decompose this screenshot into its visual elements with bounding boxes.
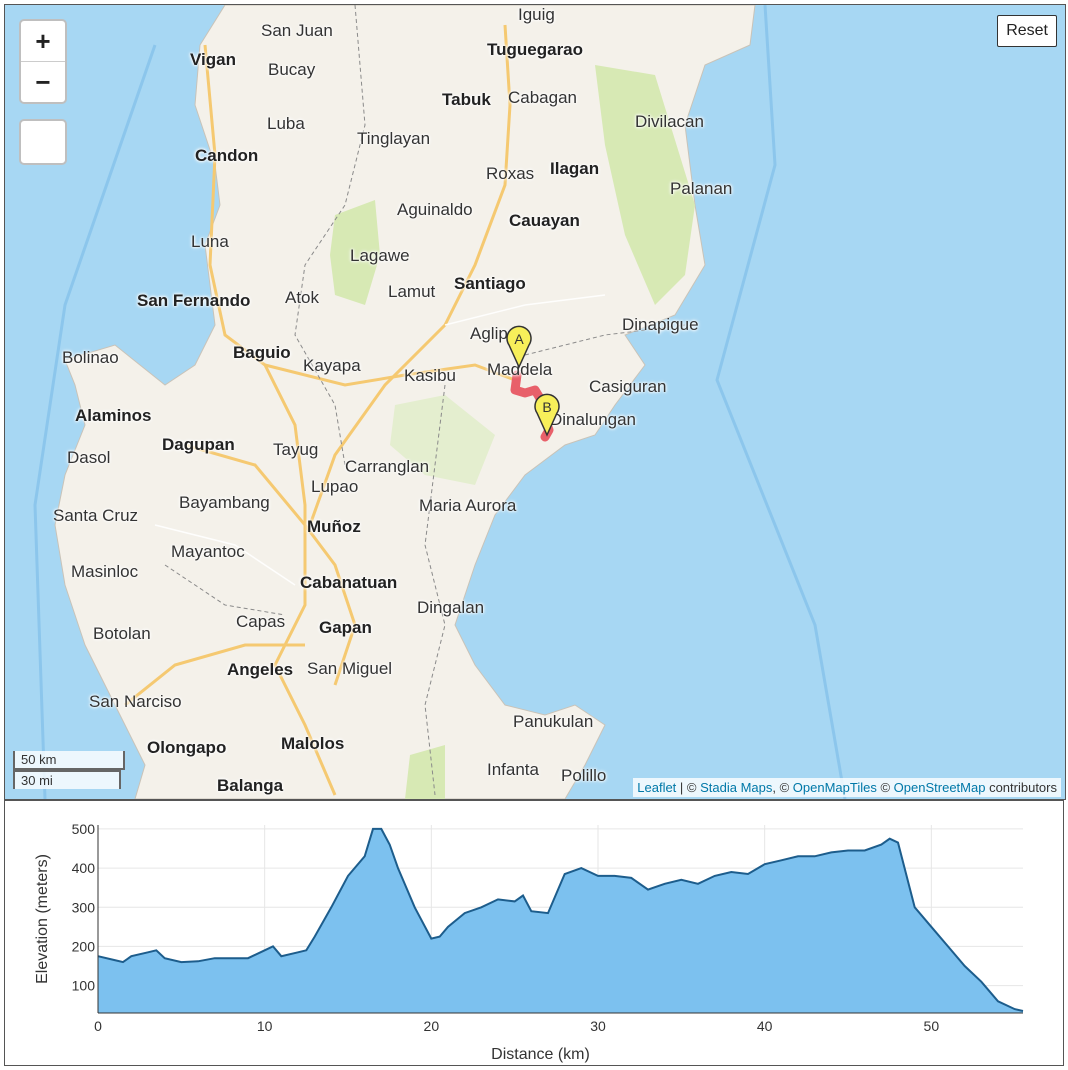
place-label: Polillo bbox=[561, 766, 607, 785]
place-label: Luba bbox=[267, 114, 305, 133]
y-tick-label: 300 bbox=[72, 899, 96, 915]
openmaptiles-link[interactable]: OpenMapTiles bbox=[793, 780, 877, 795]
zoom-control: + − bbox=[19, 19, 67, 104]
attrib-text: contributors bbox=[985, 780, 1057, 795]
x-tick-label: 10 bbox=[257, 1018, 273, 1034]
elevation-area bbox=[98, 828, 1023, 1013]
map-view[interactable]: San Juan Iguig Tuguegarao Vigan Bucay Tabuk Ca… bbox=[4, 4, 1066, 800]
place-label: Bolinao bbox=[62, 348, 119, 367]
y-tick-label: 100 bbox=[72, 978, 96, 994]
place-label: Roxas bbox=[486, 164, 535, 183]
place-label: Baguio bbox=[233, 343, 291, 362]
place-label: Maria Aurora bbox=[419, 496, 517, 515]
place-label: Infanta bbox=[487, 760, 539, 779]
place-label: Bucay bbox=[268, 60, 316, 79]
attrib-sep: | © bbox=[676, 780, 701, 795]
place-label: Dasol bbox=[67, 448, 111, 467]
place-label: Bayambang bbox=[179, 493, 270, 512]
scale-bar: 50 km 30 mi bbox=[13, 751, 125, 789]
place-label: Cauayan bbox=[509, 211, 580, 230]
place-label: Masinloc bbox=[71, 562, 139, 581]
y-tick-label: 200 bbox=[72, 938, 96, 954]
end-marker-label: B bbox=[542, 399, 551, 415]
zoom-out-button[interactable]: − bbox=[21, 61, 65, 102]
scale-metric: 50 km bbox=[13, 751, 125, 770]
place-label: Tabuk bbox=[442, 90, 491, 109]
place-label: Divilacan bbox=[635, 112, 704, 131]
place-label: San Juan bbox=[261, 21, 333, 40]
place-label: Aglip bbox=[470, 324, 508, 343]
place-label: Vigan bbox=[190, 50, 236, 69]
place-label: Botolan bbox=[93, 624, 151, 643]
map-pin-icon: B bbox=[534, 393, 560, 437]
x-tick-label: 20 bbox=[424, 1018, 440, 1034]
place-label: San Fernando bbox=[137, 291, 251, 310]
place-label: Dagupan bbox=[162, 435, 235, 454]
map-attribution: Leaflet | © Stadia Maps, © OpenMapTiles … bbox=[633, 778, 1061, 797]
place-label: Capas bbox=[236, 612, 286, 631]
place-label: Olongapo bbox=[147, 738, 227, 757]
elevation-chart-svg: 0 10 20 30 40 50 100 200 300 400 500 Distance (km) E… bbox=[34, 821, 1024, 1063]
place-label: Luna bbox=[191, 232, 229, 251]
place-label: San Narciso bbox=[89, 692, 182, 711]
place-label: Santiago bbox=[454, 274, 526, 293]
attrib-sep: © bbox=[876, 780, 894, 795]
y-tick-label: 500 bbox=[72, 821, 96, 837]
x-tick-label: 0 bbox=[94, 1018, 102, 1034]
scale-imperial: 30 mi bbox=[13, 770, 121, 789]
place-label: Santa Cruz bbox=[53, 506, 139, 525]
leaflet-link[interactable]: Leaflet bbox=[637, 780, 676, 795]
place-label: Tayug bbox=[273, 440, 319, 459]
place-label: Gapan bbox=[319, 618, 372, 637]
place-label: Kasibu bbox=[404, 366, 456, 385]
place-label: Palanan bbox=[670, 179, 733, 198]
y-axis-label: Elevation (meters) bbox=[34, 854, 51, 984]
place-label: Alaminos bbox=[75, 406, 152, 425]
place-label: Iguig bbox=[518, 5, 555, 24]
place-label: Malolos bbox=[281, 734, 345, 753]
place-label: Candon bbox=[195, 146, 259, 165]
place-label: Aguinaldo bbox=[397, 200, 473, 219]
place-label: Muñoz bbox=[307, 517, 361, 536]
place-label: Panukulan bbox=[513, 712, 594, 731]
place-label: Dingalan bbox=[417, 598, 485, 617]
place-label: Cabagan bbox=[508, 88, 578, 107]
elevation-chart: 0 10 20 30 40 50 100 200 300 400 500 Distance (km) E… bbox=[4, 800, 1064, 1066]
stadia-link[interactable]: Stadia Maps bbox=[700, 780, 772, 795]
start-marker[interactable]: A bbox=[505, 325, 533, 374]
end-marker[interactable]: B bbox=[533, 393, 561, 442]
place-label: Carranglan bbox=[345, 457, 430, 476]
x-axis-label: Distance (km) bbox=[491, 1046, 590, 1063]
x-tick-label: 50 bbox=[924, 1018, 940, 1034]
place-label: Kayapa bbox=[303, 356, 361, 375]
start-marker-label: A bbox=[514, 331, 524, 347]
place-label: Balanga bbox=[217, 776, 284, 795]
x-tick-label: 40 bbox=[757, 1018, 773, 1034]
map-control-button[interactable] bbox=[19, 119, 67, 165]
reset-button[interactable]: Reset bbox=[997, 15, 1057, 47]
attrib-sep: , © bbox=[772, 780, 793, 795]
x-tick-label: 30 bbox=[590, 1018, 606, 1034]
map-pin-icon: A bbox=[506, 325, 532, 369]
place-label: Atok bbox=[285, 288, 320, 307]
place-label: Lamut bbox=[388, 282, 436, 301]
y-tick-label: 400 bbox=[72, 860, 96, 876]
place-label: Mayantoc bbox=[171, 542, 245, 561]
place-label: San Miguel bbox=[307, 659, 393, 678]
place-label: Lagawe bbox=[350, 246, 410, 265]
place-label: Ilagan bbox=[550, 159, 600, 178]
place-label: Dinalungan bbox=[550, 410, 637, 429]
place-label: Lupao bbox=[311, 477, 359, 496]
place-label: Cabanatuan bbox=[300, 573, 398, 592]
osm-link[interactable]: OpenStreetMap bbox=[894, 780, 986, 795]
place-label: Casiguran bbox=[589, 377, 667, 396]
place-label: Dinapigue bbox=[622, 315, 699, 334]
place-label: Angeles bbox=[227, 660, 294, 679]
zoom-in-button[interactable]: + bbox=[21, 21, 65, 61]
place-label: Tinglayan bbox=[357, 129, 431, 148]
place-label: Tuguegarao bbox=[487, 40, 584, 59]
